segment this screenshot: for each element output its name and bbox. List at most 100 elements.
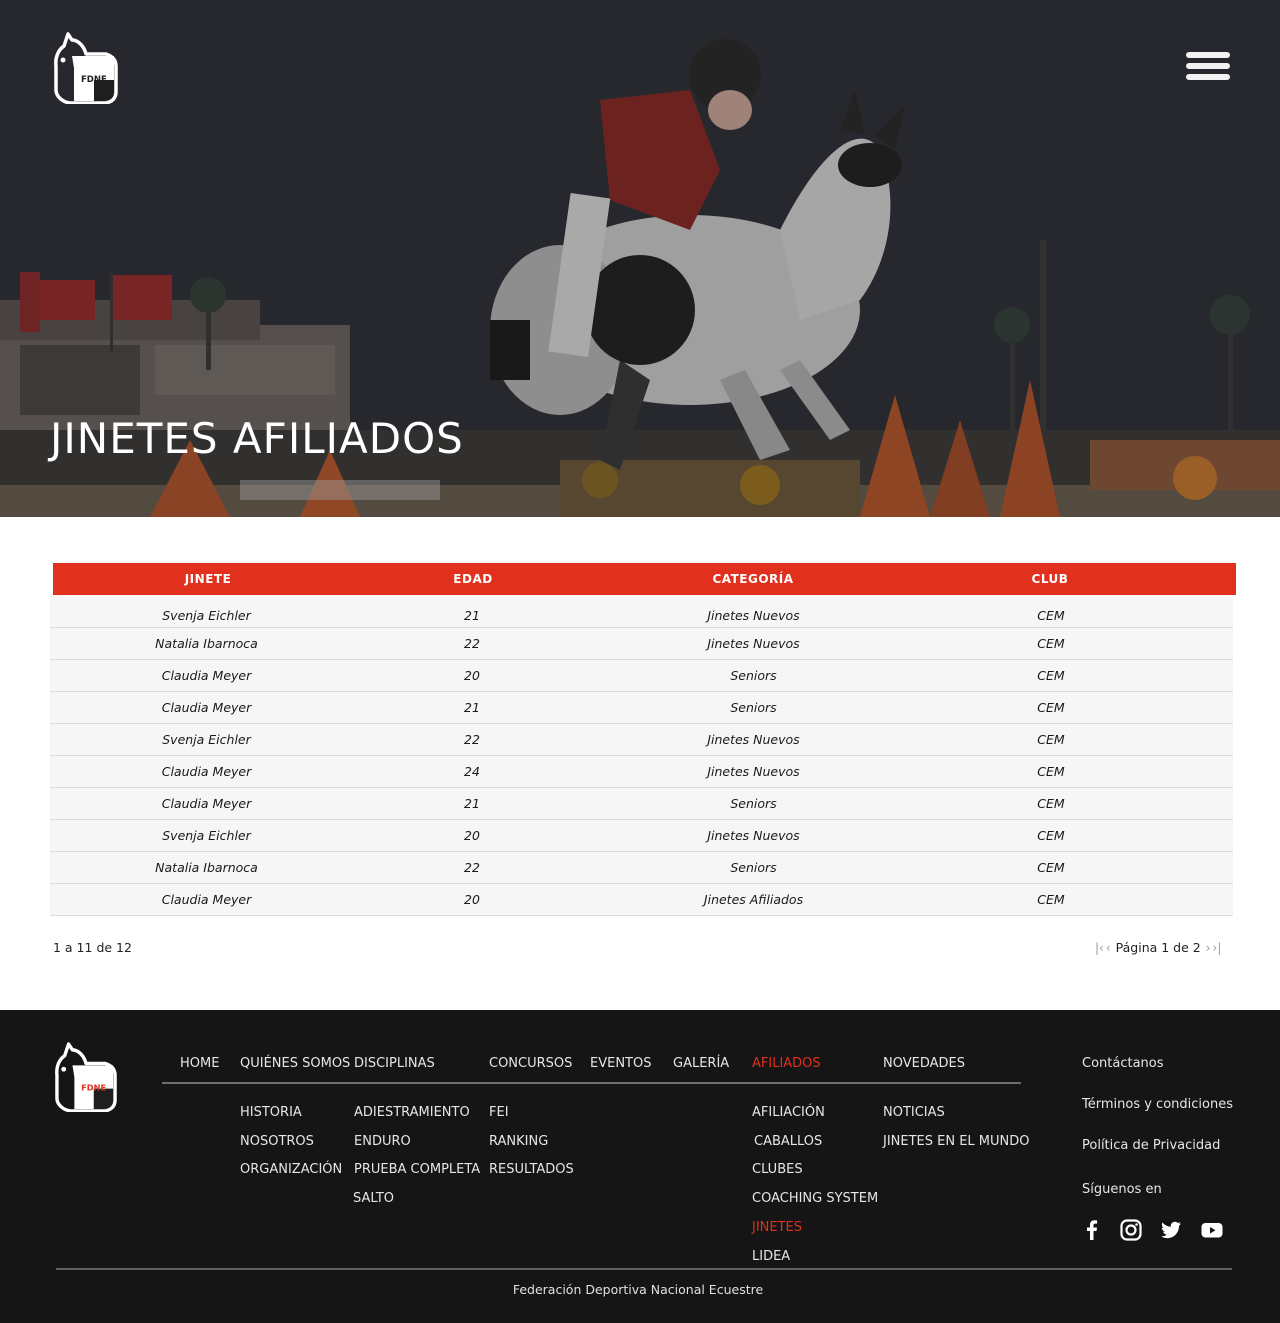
page-indicator: Página 1 de 2 [1115, 940, 1201, 955]
footer-link-adiestramiento[interactable]: ADIESTRAMIENTO [354, 1105, 470, 1120]
cell-categoria: Jinetes Nuevos [707, 828, 800, 843]
column-header-club[interactable]: CLUB [923, 572, 1177, 586]
cell-categoria: Jinetes Nuevos [707, 636, 800, 651]
table-row: Natalia Ibarnoca 22 Seniors CEM [50, 852, 1233, 884]
column-header-jinete[interactable]: JINETE [53, 572, 363, 586]
footer-nav-novedades[interactable]: NOVEDADES [883, 1056, 965, 1071]
cell-club: CEM [1037, 700, 1065, 715]
fdne-logo[interactable]: FDNE [54, 32, 118, 104]
cell-categoria: Jinetes Afiliados [703, 892, 804, 907]
table-row: Svenja Eichler 20 Jinetes Nuevos CEM [50, 820, 1233, 852]
footer-fdne-logo[interactable]: FDNE [55, 1042, 117, 1112]
cell-jinete: Natalia Ibarnoca [155, 860, 258, 875]
footer-nav-divider [162, 1082, 1021, 1084]
footer-link-contact[interactable]: Contáctanos [1082, 1056, 1164, 1071]
table-row: Claudia Meyer 24 Jinetes Nuevos CEM [50, 756, 1233, 788]
cell-jinete: Svenja Eichler [162, 828, 251, 843]
table-row: Svenja Eichler 21 Jinetes Nuevos CEM [50, 595, 1233, 628]
footer-link-organizacion[interactable]: ORGANIZACIÓN [240, 1162, 342, 1177]
footer-link-terms[interactable]: Términos y condiciones [1082, 1097, 1233, 1112]
cell-edad: 20 [464, 892, 480, 907]
follow-us-label: Síguenos en [1082, 1182, 1162, 1197]
cell-categoria: Jinetes Nuevos [707, 732, 800, 747]
footer-nav-disciplinas[interactable]: DISCIPLINAS [354, 1056, 435, 1071]
logo-text: FDNE [81, 75, 107, 85]
footer-nav-quienes-somos[interactable]: QUIÉNES SOMOS [240, 1056, 350, 1071]
footer-link-prueba-completa[interactable]: PRUEBA COMPLETA [354, 1162, 480, 1177]
cell-jinete: Svenja Eichler [162, 607, 251, 623]
cell-edad: 22 [464, 732, 480, 747]
footer-link-enduro[interactable]: ENDURO [354, 1134, 411, 1149]
cell-club: CEM [1037, 860, 1065, 875]
cell-edad: 24 [464, 764, 480, 779]
footer-nav-concursos[interactable]: CONCURSOS [489, 1056, 572, 1071]
footer-link-jinetes-en-el-mundo[interactable]: JINETES EN EL MUNDO [883, 1134, 1030, 1149]
cell-club: CEM [1037, 607, 1065, 623]
footer-link-jinetes[interactable]: JINETES [752, 1220, 802, 1235]
menu-bar [1186, 52, 1230, 58]
cell-jinete: Claudia Meyer [161, 700, 252, 715]
cell-club: CEM [1037, 764, 1065, 779]
table-row: Claudia Meyer 21 Seniors CEM [50, 692, 1233, 724]
cell-club: CEM [1037, 732, 1065, 747]
footer-bottom-divider [56, 1268, 1232, 1270]
youtube-icon[interactable] [1200, 1218, 1224, 1242]
footer-link-clubes[interactable]: CLUBES [752, 1162, 803, 1177]
footer-nav-home[interactable]: HOME [180, 1056, 219, 1071]
footer-link-salto[interactable]: SALTO [353, 1191, 394, 1206]
table-row: Claudia Meyer 21 Seniors CEM [50, 788, 1233, 820]
cell-jinete: Claudia Meyer [161, 668, 252, 683]
cell-categoria: Jinetes Nuevos [707, 607, 800, 623]
table-row: Svenja Eichler 22 Jinetes Nuevos CEM [50, 724, 1233, 756]
footer-link-resultados[interactable]: RESULTADOS [489, 1162, 574, 1177]
cell-edad: 21 [464, 700, 480, 715]
cell-categoria: Jinetes Nuevos [707, 764, 800, 779]
twitter-icon[interactable] [1159, 1218, 1183, 1242]
cell-jinete: Claudia Meyer [161, 892, 252, 907]
footer-link-nosotros[interactable]: NOSOTROS [240, 1134, 314, 1149]
facebook-icon[interactable] [1080, 1218, 1104, 1242]
footer-link-ranking[interactable]: RANKING [489, 1134, 548, 1149]
cell-categoria: Seniors [730, 860, 777, 875]
footer-link-caballos[interactable]: CABALLOS [754, 1134, 822, 1149]
prev-page-icon[interactable]: ‹ [1105, 941, 1112, 955]
cell-jinete: Claudia Meyer [161, 764, 252, 779]
page-title: JINETES AFILIADOS [50, 414, 464, 463]
footer-nav-afiliados[interactable]: AFILIADOS [752, 1056, 821, 1071]
cell-club: CEM [1037, 892, 1065, 907]
cell-club: CEM [1037, 668, 1065, 683]
cell-club: CEM [1037, 796, 1065, 811]
menu-bar [1186, 74, 1230, 80]
footer-logo-text: FDNE [81, 1083, 106, 1093]
menu-bar [1186, 63, 1230, 69]
cell-jinete: Natalia Ibarnoca [155, 636, 258, 651]
footer-link-historia[interactable]: HISTORIA [240, 1105, 302, 1120]
column-header-edad[interactable]: EDAD [363, 572, 583, 586]
cell-edad: 22 [464, 636, 480, 651]
footer-nav-eventos[interactable]: EVENTOS [590, 1056, 651, 1071]
cell-club: CEM [1037, 636, 1065, 651]
footer-link-afiliacion[interactable]: AFILIACIÓN [752, 1105, 825, 1120]
footer-link-privacy[interactable]: Política de Privacidad [1082, 1138, 1220, 1153]
footer-link-fei[interactable]: FEI [489, 1105, 509, 1120]
cell-categoria: Seniors [730, 668, 777, 683]
first-page-icon[interactable]: |‹ [1094, 941, 1105, 955]
site-footer: FDNE HOME QUIÉNES SOMOS DISCIPLINAS CONC… [0, 1010, 1280, 1323]
table-row: Claudia Meyer 20 Jinetes Afiliados CEM [50, 884, 1233, 916]
last-page-icon[interactable]: ›| [1212, 941, 1223, 955]
instagram-icon[interactable] [1119, 1218, 1143, 1242]
hero-banner: FDNE JINETES AFILIADOS [0, 0, 1280, 517]
hamburger-menu-icon[interactable] [1186, 52, 1232, 82]
column-header-categoria[interactable]: CATEGORÍA [583, 572, 923, 586]
riders-table: JINETE EDAD CATEGORÍA CLUB Svenja Eichle… [50, 563, 1236, 916]
footer-link-coaching-system[interactable]: COACHING SYSTEM [752, 1191, 878, 1206]
cell-jinete: Claudia Meyer [161, 796, 252, 811]
footer-nav-galeria[interactable]: GALERÍA [673, 1056, 729, 1071]
cell-categoria: Seniors [730, 796, 777, 811]
cell-edad: 20 [464, 828, 480, 843]
table-header: JINETE EDAD CATEGORÍA CLUB [53, 563, 1236, 595]
next-page-icon[interactable]: › [1205, 941, 1212, 955]
footer-link-noticias[interactable]: NOTICIAS [883, 1105, 945, 1120]
footer-link-lidea[interactable]: LIDEA [752, 1249, 790, 1264]
cell-edad: 21 [464, 796, 480, 811]
